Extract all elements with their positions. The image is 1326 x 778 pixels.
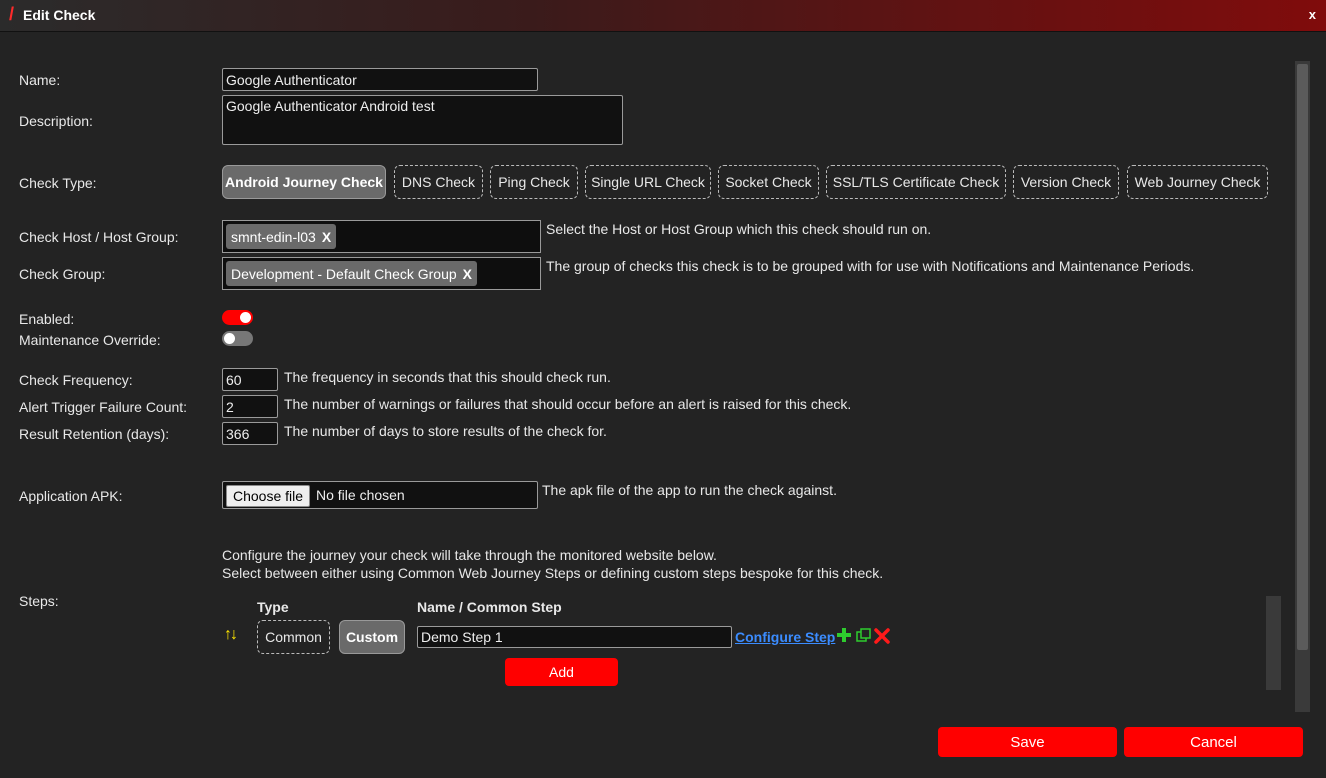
copy-step-icon[interactable] (856, 628, 871, 643)
check-type-single-url[interactable]: Single URL Check (585, 165, 711, 199)
group-tag: Development - Default Check Group X (226, 261, 478, 286)
host-label: Check Host / Host Group: (19, 229, 179, 245)
check-type-version[interactable]: Version Check (1013, 165, 1119, 199)
apk-file-status: No file chosen (316, 487, 405, 503)
host-tag: smnt-edin-l03 X (226, 224, 337, 249)
configure-step-link[interactable]: Configure Step (735, 629, 835, 645)
steps-intro-line1: Configure the journey your check will ta… (222, 547, 717, 563)
retention-input[interactable] (222, 422, 278, 445)
dialog-scrollbar-thumb[interactable] (1297, 64, 1308, 650)
add-step-icon[interactable] (836, 627, 852, 643)
frequency-help: The frequency in seconds that this shoul… (284, 369, 611, 385)
name-input[interactable] (222, 68, 538, 91)
retention-help: The number of days to store results of t… (284, 423, 607, 439)
check-type-dns[interactable]: DNS Check (394, 165, 483, 199)
description-label: Description: (19, 113, 93, 129)
apk-help: The apk file of the app to run the check… (542, 482, 837, 498)
group-tag-text: Development - Default Check Group (231, 265, 457, 282)
brand-slash-icon: / (9, 4, 15, 24)
reorder-arrows-icon[interactable]: ↑↓ (224, 626, 238, 644)
host-tag-remove-icon[interactable]: X (322, 229, 331, 245)
maintenance-override-label: Maintenance Override: (19, 332, 161, 348)
alert-count-input[interactable] (222, 395, 278, 418)
step-type-custom[interactable]: Custom (339, 620, 405, 654)
steps-name-header: Name / Common Step (417, 599, 562, 615)
steps-scrollbar[interactable] (1266, 596, 1281, 690)
group-help: The group of checks this check is to be … (546, 258, 1195, 274)
group-label: Check Group: (19, 266, 106, 282)
check-type-ssl-tls[interactable]: SSL/TLS Certificate Check (826, 165, 1006, 199)
name-label: Name: (19, 72, 61, 88)
toggle-knob (240, 312, 251, 323)
dialog-title: Edit Check (23, 7, 96, 23)
alert-count-help: The number of warnings or failures that … (284, 396, 852, 412)
check-type-android-journey[interactable]: Android Journey Check (222, 165, 386, 199)
check-type-socket[interactable]: Socket Check (718, 165, 819, 199)
cancel-button[interactable]: Cancel (1124, 727, 1303, 757)
frequency-input[interactable] (222, 368, 278, 391)
check-type-web-journey[interactable]: Web Journey Check (1127, 165, 1268, 199)
step-type-common[interactable]: Common (257, 620, 330, 654)
group-tag-remove-icon[interactable]: X (463, 266, 472, 282)
host-select[interactable]: smnt-edin-l03 X (222, 220, 541, 253)
toggle-knob (224, 333, 235, 344)
dialog-titlebar: / Edit Check x (0, 0, 1326, 32)
group-select[interactable]: Development - Default Check Group X (222, 257, 541, 290)
enabled-label: Enabled: (19, 311, 75, 327)
steps-label: Steps: (19, 593, 59, 609)
close-icon[interactable]: x (1309, 7, 1316, 22)
check-type-ping[interactable]: Ping Check (490, 165, 578, 199)
host-help: Select the Host or Host Group which this… (546, 221, 932, 237)
retention-label: Result Retention (days): (19, 426, 170, 442)
save-button[interactable]: Save (938, 727, 1117, 757)
host-tag-text: smnt-edin-l03 (231, 228, 316, 245)
description-text: Google Authenticator Android test (226, 98, 435, 114)
steps-type-header: Type (257, 599, 289, 615)
enabled-toggle[interactable] (222, 310, 253, 325)
check-type-label: Check Type: (19, 175, 97, 191)
maintenance-override-toggle[interactable] (222, 331, 253, 346)
delete-step-icon[interactable] (874, 628, 890, 644)
alert-count-label: Alert Trigger Failure Count: (19, 399, 188, 415)
apk-label: Application APK: (19, 488, 123, 504)
apk-file-input[interactable]: Choose file No file chosen (222, 481, 538, 509)
add-step-button[interactable]: Add (505, 658, 618, 686)
choose-file-button[interactable]: Choose file (226, 485, 311, 507)
description-textarea[interactable]: Google Authenticator Android test (222, 95, 623, 145)
frequency-label: Check Frequency: (19, 372, 133, 388)
steps-intro-line2: Select between either using Common Web J… (222, 565, 884, 581)
step-name-input[interactable] (417, 626, 732, 648)
